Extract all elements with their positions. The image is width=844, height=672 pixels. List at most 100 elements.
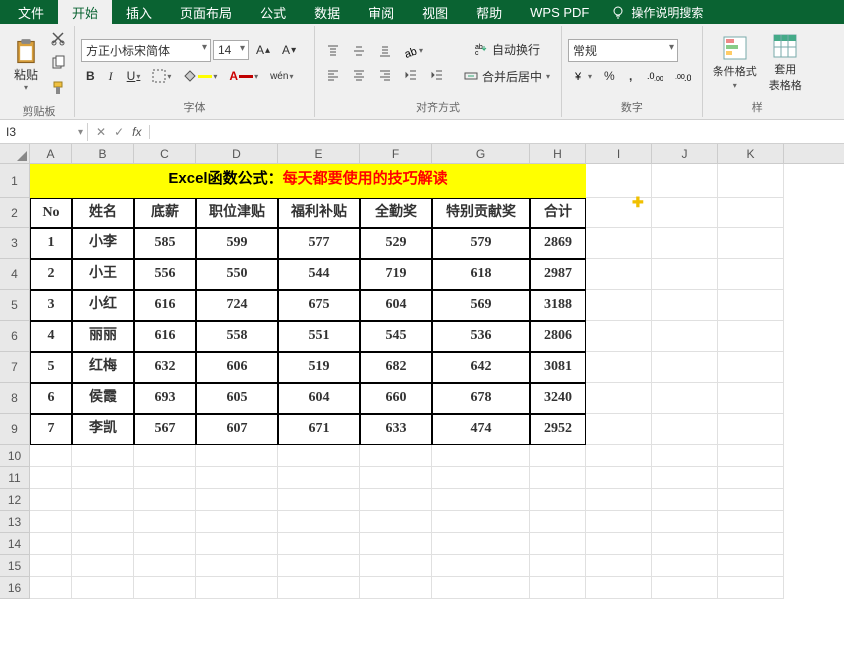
data-cell[interactable]: 545: [360, 321, 432, 352]
align-middle-button[interactable]: [347, 41, 371, 61]
cell[interactable]: [718, 533, 784, 555]
data-cell[interactable]: 2869: [530, 228, 586, 259]
cell[interactable]: [586, 164, 652, 198]
align-right-button[interactable]: [373, 65, 397, 85]
cell[interactable]: [652, 228, 718, 259]
row-header[interactable]: 9: [0, 414, 30, 445]
cell[interactable]: [360, 489, 432, 511]
cell[interactable]: [652, 511, 718, 533]
data-cell[interactable]: 519: [278, 352, 360, 383]
data-cell[interactable]: 小红: [72, 290, 134, 321]
cell[interactable]: [72, 489, 134, 511]
data-cell[interactable]: 丽丽: [72, 321, 134, 352]
col-header-G[interactable]: G: [432, 144, 530, 163]
cell[interactable]: [432, 489, 530, 511]
cell[interactable]: [652, 259, 718, 290]
menu-WPS PDF[interactable]: WPS PDF: [516, 1, 603, 24]
merge-center-button[interactable]: 合并后居中▾: [459, 65, 555, 88]
cell[interactable]: [196, 577, 278, 599]
number-format-select[interactable]: 常规: [568, 39, 678, 62]
col-header-J[interactable]: J: [652, 144, 718, 163]
menu-文件[interactable]: 文件: [4, 0, 58, 26]
menu-审阅[interactable]: 审阅: [354, 0, 408, 26]
cell[interactable]: [72, 511, 134, 533]
cell[interactable]: [134, 577, 196, 599]
cell[interactable]: [718, 383, 784, 414]
data-cell[interactable]: 2806: [530, 321, 586, 352]
cell[interactable]: [134, 467, 196, 489]
data-cell[interactable]: 579: [432, 228, 530, 259]
cell[interactable]: [586, 445, 652, 467]
cell[interactable]: [652, 533, 718, 555]
cell[interactable]: [134, 511, 196, 533]
row-header[interactable]: 10: [0, 445, 30, 467]
col-header-F[interactable]: F: [360, 144, 432, 163]
cell[interactable]: [278, 555, 360, 577]
cell[interactable]: [196, 489, 278, 511]
align-top-button[interactable]: [321, 41, 345, 61]
cell[interactable]: [360, 533, 432, 555]
col-header-H[interactable]: H: [530, 144, 586, 163]
align-center-button[interactable]: [347, 65, 371, 85]
header-cell[interactable]: 福利补贴: [278, 198, 360, 228]
data-cell[interactable]: 544: [278, 259, 360, 290]
menu-开始[interactable]: 开始: [58, 0, 112, 26]
data-cell[interactable]: 607: [196, 414, 278, 445]
cell[interactable]: [72, 555, 134, 577]
decrease-decimal-button[interactable]: .00.0: [670, 66, 696, 86]
data-cell[interactable]: 529: [360, 228, 432, 259]
cell[interactable]: [586, 577, 652, 599]
cell[interactable]: [586, 467, 652, 489]
cell[interactable]: [432, 555, 530, 577]
cell[interactable]: [278, 489, 360, 511]
cell[interactable]: [652, 414, 718, 445]
data-cell[interactable]: 2: [30, 259, 72, 290]
menu-数据[interactable]: 数据: [300, 0, 354, 26]
cell[interactable]: [278, 511, 360, 533]
data-cell[interactable]: 693: [134, 383, 196, 414]
cell[interactable]: [718, 228, 784, 259]
cell[interactable]: [718, 445, 784, 467]
data-cell[interactable]: 556: [134, 259, 196, 290]
data-cell[interactable]: 671: [278, 414, 360, 445]
paste-button[interactable]: 粘贴 ▾: [10, 36, 42, 94]
format-table-button[interactable]: 套用 表格格: [765, 31, 806, 95]
cell[interactable]: [718, 164, 784, 198]
data-cell[interactable]: 618: [432, 259, 530, 290]
row-header[interactable]: 2: [0, 198, 30, 228]
cell[interactable]: [586, 489, 652, 511]
data-cell[interactable]: 小李: [72, 228, 134, 259]
data-cell[interactable]: 2987: [530, 259, 586, 290]
cell[interactable]: [652, 352, 718, 383]
cell[interactable]: [432, 533, 530, 555]
cell[interactable]: [72, 577, 134, 599]
data-cell[interactable]: 474: [432, 414, 530, 445]
data-cell[interactable]: 632: [134, 352, 196, 383]
data-cell[interactable]: 2952: [530, 414, 586, 445]
data-cell[interactable]: 小王: [72, 259, 134, 290]
cell[interactable]: [718, 259, 784, 290]
header-cell[interactable]: 特别贡献奖: [432, 198, 530, 228]
name-box[interactable]: I3: [0, 123, 88, 141]
data-cell[interactable]: 605: [196, 383, 278, 414]
data-cell[interactable]: 红梅: [72, 352, 134, 383]
cell[interactable]: [718, 198, 784, 228]
data-cell[interactable]: 585: [134, 228, 196, 259]
cell[interactable]: [30, 445, 72, 467]
cell[interactable]: [134, 445, 196, 467]
data-cell[interactable]: 719: [360, 259, 432, 290]
data-cell[interactable]: 616: [134, 290, 196, 321]
menu-插入[interactable]: 插入: [112, 0, 166, 26]
cell[interactable]: [530, 489, 586, 511]
cell[interactable]: [196, 533, 278, 555]
cell[interactable]: [586, 352, 652, 383]
cell[interactable]: [652, 555, 718, 577]
row-header[interactable]: 16: [0, 577, 30, 599]
cell[interactable]: [586, 511, 652, 533]
font-size-select[interactable]: 14: [213, 40, 249, 60]
cell[interactable]: [652, 445, 718, 467]
cell[interactable]: [360, 511, 432, 533]
data-cell[interactable]: 642: [432, 352, 530, 383]
fx-button[interactable]: fx: [132, 125, 141, 139]
col-header-E[interactable]: E: [278, 144, 360, 163]
